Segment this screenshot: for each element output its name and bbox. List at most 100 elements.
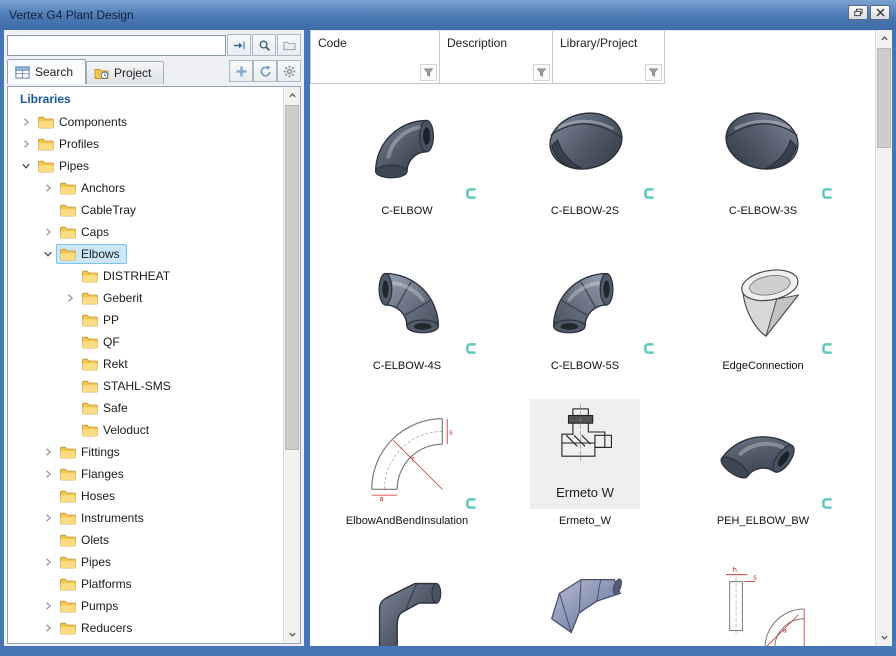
scroll-down-icon[interactable] — [876, 629, 892, 646]
scroll-up-icon[interactable] — [876, 30, 892, 47]
tree-item[interactable]: Instruments — [8, 507, 283, 529]
folder-icon — [82, 270, 98, 283]
chevron-icon[interactable] — [40, 620, 56, 636]
add-button[interactable] — [229, 60, 253, 82]
tree-item[interactable]: Olets — [8, 529, 283, 551]
catalog-item[interactable] — [318, 550, 496, 646]
chevron-icon[interactable] — [40, 532, 56, 548]
chevron-icon[interactable] — [62, 356, 78, 372]
chevron-icon[interactable] — [40, 180, 56, 196]
catalog-item[interactable]: C-ELBOW-2S — [496, 85, 674, 240]
chevron-icon[interactable] — [40, 202, 56, 218]
tree-item-label: Fittings — [81, 445, 120, 459]
tree-scrollbar[interactable] — [283, 87, 300, 643]
tree-item[interactable]: Caps — [8, 221, 283, 243]
catalog-item[interactable]: C-ELBOW-5S — [496, 240, 674, 395]
chevron-icon[interactable] — [40, 224, 56, 240]
search-input[interactable] — [7, 35, 226, 56]
catalog-item[interactable]: Ermeto W Ermeto_W — [496, 395, 674, 550]
tree-item[interactable]: QF — [8, 331, 283, 353]
filter-button-code[interactable] — [420, 64, 437, 81]
catalog-item[interactable]: C-ELBOW — [318, 85, 496, 240]
vertex-c-badge-icon — [821, 187, 834, 200]
tree-item[interactable]: Components — [8, 111, 283, 133]
tree-item[interactable]: Anchors — [8, 177, 283, 199]
tree-item-label: Pipes — [81, 555, 111, 569]
chevron-icon[interactable] — [40, 598, 56, 614]
filter-button-library-project[interactable] — [645, 64, 662, 81]
tree-item[interactable]: STAHL-SMS — [8, 375, 283, 397]
tree-item[interactable]: Pipes — [8, 155, 283, 177]
folder-clock-icon — [94, 67, 109, 80]
plus-icon — [235, 65, 248, 78]
catalog-scrollbar[interactable] — [875, 30, 892, 646]
column-header-code[interactable]: Code — [310, 31, 440, 84]
tree-item[interactable]: Geberit — [8, 287, 283, 309]
chevron-icon[interactable] — [62, 268, 78, 284]
vertex-c-badge-icon — [465, 497, 478, 510]
chevron-icon[interactable] — [40, 554, 56, 570]
search-button[interactable] — [252, 34, 276, 56]
tree-item[interactable]: DISTRHEAT — [8, 265, 283, 287]
chevron-icon[interactable] — [62, 312, 78, 328]
tree-item[interactable]: Hoses — [8, 485, 283, 507]
chevron-icon[interactable] — [62, 400, 78, 416]
catalog-item[interactable]: ElbowAndBendInsulation — [318, 395, 496, 550]
tree-item[interactable]: ServicePiping — [8, 639, 283, 643]
catalog-item[interactable]: C-ELBOW-4S — [318, 240, 496, 395]
tree-item[interactable]: CableTray — [8, 199, 283, 221]
catalog-item[interactable]: EdgeConnection — [674, 240, 852, 395]
tree-item[interactable]: Reducers — [8, 617, 283, 639]
tab-project-label: Project — [114, 66, 151, 80]
chevron-icon[interactable] — [62, 422, 78, 438]
catalog-item-code: C-ELBOW-5S — [551, 360, 619, 372]
browse-button[interactable] — [277, 34, 301, 56]
tree-item[interactable]: Pumps — [8, 595, 283, 617]
close-button[interactable] — [870, 5, 890, 20]
tree-item[interactable]: Veloduct — [8, 419, 283, 441]
chevron-icon[interactable] — [62, 290, 78, 306]
tree-item[interactable]: Rekt — [8, 353, 283, 375]
chevron-icon[interactable] — [40, 510, 56, 526]
chevron-icon[interactable] — [40, 642, 56, 643]
catalog-item[interactable]: C-ELBOW-3S — [674, 85, 852, 240]
tab-project[interactable]: Project — [86, 61, 164, 84]
tree-item[interactable]: Platforms — [8, 573, 283, 595]
tree-item[interactable]: PP — [8, 309, 283, 331]
chevron-icon[interactable] — [40, 576, 56, 592]
chevron-icon[interactable] — [62, 378, 78, 394]
chevron-icon[interactable] — [40, 444, 56, 460]
chevron-icon[interactable] — [40, 488, 56, 504]
chevron-icon[interactable] — [40, 466, 56, 482]
chevron-icon[interactable] — [18, 158, 34, 174]
chevron-icon[interactable] — [40, 246, 56, 262]
scroll-thumb[interactable] — [285, 105, 299, 450]
chevron-icon[interactable] — [18, 114, 34, 130]
tree-item-label: Profiles — [59, 137, 99, 151]
go-button[interactable] — [227, 34, 251, 56]
go-arrow-icon — [233, 39, 246, 52]
tree-item[interactable]: Elbows — [8, 243, 283, 265]
filter-button-description[interactable] — [533, 64, 550, 81]
tree-item[interactable]: Pipes — [8, 551, 283, 573]
chevron-icon[interactable] — [62, 334, 78, 350]
column-header-description[interactable]: Description — [440, 31, 553, 84]
column-header-library-project[interactable]: Library/Project — [553, 31, 665, 84]
scroll-down-icon[interactable] — [284, 626, 300, 643]
tree-item[interactable]: Fittings — [8, 441, 283, 463]
catalog-item[interactable] — [496, 550, 674, 646]
tree-item[interactable]: Flanges — [8, 463, 283, 485]
refresh-button[interactable] — [253, 60, 277, 82]
chevron-icon[interactable] — [18, 136, 34, 152]
settings-button[interactable] — [277, 60, 301, 82]
scroll-up-icon[interactable] — [284, 87, 300, 104]
tree-item[interactable]: Safe — [8, 397, 283, 419]
scroll-thumb[interactable] — [877, 48, 891, 148]
catalog-item[interactable]: PEH_ELBOW_BW — [674, 395, 852, 550]
catalog-item-image — [683, 240, 843, 358]
catalog-item-image — [327, 395, 487, 513]
restore-button[interactable] — [848, 5, 868, 20]
tree-item[interactable]: Profiles — [8, 133, 283, 155]
catalog-item[interactable] — [674, 550, 852, 646]
tab-search[interactable]: Search — [7, 59, 86, 84]
